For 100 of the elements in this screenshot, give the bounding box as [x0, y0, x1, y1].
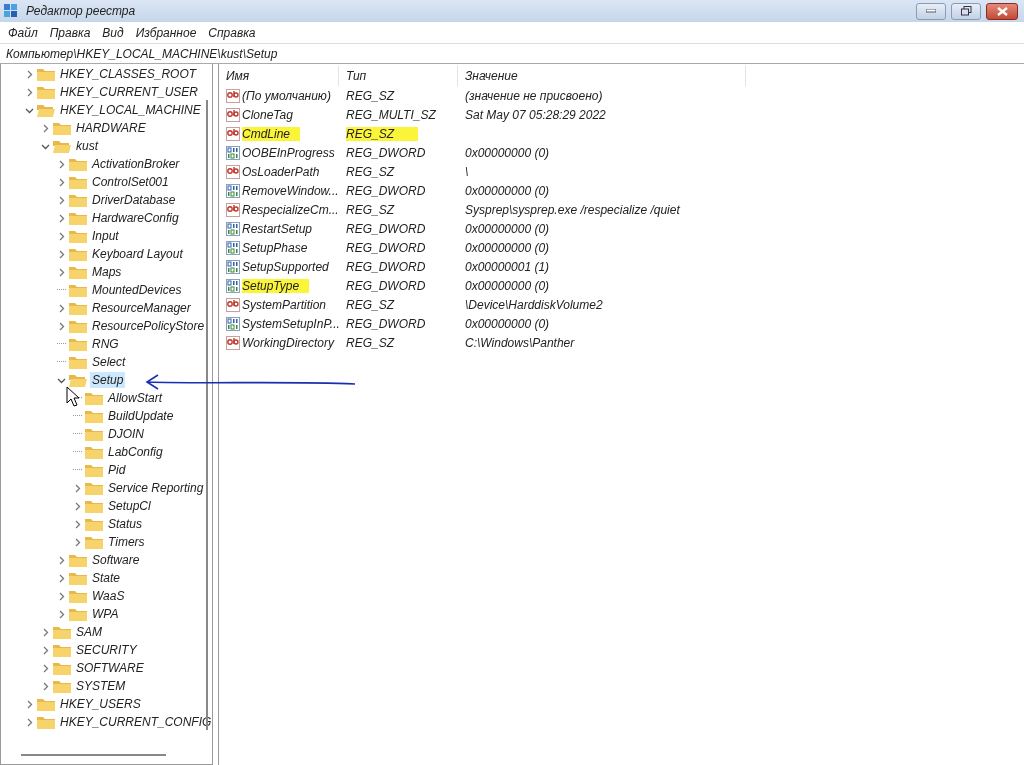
tree-item[interactable]: Select [90, 354, 128, 370]
address-field[interactable]: Компьютер\HKEY_LOCAL_MACHINE\kust\Setup [0, 44, 1024, 63]
value-name[interactable]: OOBEInProgress [242, 145, 335, 160]
folder-icon [69, 265, 87, 279]
string-value-icon [226, 335, 240, 350]
chevron-right-icon[interactable] [73, 519, 82, 529]
chevron-right-icon[interactable] [25, 699, 34, 709]
chevron-right-icon[interactable] [41, 627, 50, 637]
tree-item[interactable]: Timers [106, 534, 147, 550]
value-type: REG_DWORD [346, 183, 426, 198]
folder-icon [37, 697, 55, 711]
value-name[interactable]: (По умолчанию) [242, 88, 331, 103]
folder-icon [69, 229, 87, 243]
tree-item[interactable]: HardwareConfig [90, 210, 181, 226]
value-data: Sat May 07 05:28:29 2022 [465, 107, 606, 122]
menu-item[interactable]: Вид [96, 25, 130, 40]
chevron-right-icon[interactable] [57, 555, 66, 565]
tree-item[interactable]: DJOIN [106, 426, 146, 442]
value-name[interactable]: OsLoaderPath [242, 164, 320, 179]
chevron-right-icon[interactable] [25, 717, 34, 727]
tree-item[interactable]: SAM [74, 624, 104, 640]
tree-item[interactable]: HKEY_CURRENT_USER [58, 84, 201, 100]
tree-item[interactable]: SetupCl [106, 498, 153, 514]
chevron-right-icon[interactable] [57, 231, 66, 241]
tree-item[interactable]: Keyboard Layout [90, 246, 185, 262]
menu-item[interactable]: Справка [202, 25, 262, 40]
tree-item[interactable]: Service Reporting [106, 480, 206, 496]
chevron-right-icon[interactable] [41, 663, 50, 673]
chevron-right-icon[interactable] [57, 321, 66, 331]
tree-item[interactable]: SYSTEM [74, 678, 128, 694]
chevron-right-icon[interactable] [57, 159, 66, 169]
tree-item[interactable]: Maps [90, 264, 124, 280]
chevron-right-icon[interactable] [73, 483, 82, 493]
tree-item[interactable]: LabConfig [106, 444, 165, 460]
chevron-right-icon[interactable] [57, 609, 66, 619]
tree-item[interactable]: ControlSet001 [90, 174, 171, 190]
value-name[interactable]: RestartSetup [242, 221, 313, 236]
value-name[interactable]: RemoveWindow... [242, 183, 339, 198]
chevron-right-icon[interactable] [57, 591, 66, 601]
tree-item[interactable]: Input [90, 228, 121, 244]
column-header[interactable]: Тип [339, 66, 458, 86]
chevron-right-icon[interactable] [73, 537, 82, 547]
chevron-right-icon[interactable] [57, 177, 66, 187]
tree-item[interactable]: HKEY_LOCAL_MACHINE [58, 102, 203, 118]
value-name[interactable]: SystemSetupInP... [242, 316, 340, 331]
value-name[interactable]: SystemPartition [242, 297, 327, 312]
tree-item[interactable]: MountedDevices [90, 282, 184, 298]
tree-item[interactable]: kust [74, 138, 100, 154]
value-name[interactable]: RespecializeCm... [242, 202, 339, 217]
chevron-right-icon[interactable] [41, 123, 50, 133]
tree-item[interactable]: BuildUpdate [106, 408, 176, 424]
chevron-right-icon[interactable] [57, 573, 66, 583]
tree-item[interactable]: State [90, 570, 123, 586]
value-type: REG_DWORD [346, 278, 426, 293]
chevron-right-icon[interactable] [25, 69, 34, 79]
chevron-right-icon[interactable] [25, 87, 34, 97]
chevron-right-icon[interactable] [57, 213, 66, 223]
restore-button[interactable] [951, 2, 981, 20]
tree-item[interactable]: RNG [90, 336, 121, 352]
folder-icon [85, 445, 103, 459]
column-header[interactable]: Имя [219, 66, 339, 86]
value-name[interactable]: SetupPhase [242, 240, 308, 255]
value-name[interactable]: SetupType [242, 278, 310, 293]
menu-item[interactable]: Файл [2, 25, 44, 40]
chevron-right-icon[interactable] [57, 195, 66, 205]
chevron-right-icon[interactable] [41, 681, 50, 691]
tree-item[interactable]: HKEY_USERS [58, 696, 143, 712]
menu-item[interactable]: Правка [43, 25, 97, 40]
chevron-right-icon[interactable] [57, 303, 66, 313]
value-data: C:\Windows\Panther [465, 335, 575, 350]
folder-icon [69, 337, 87, 351]
menu-item[interactable]: Избранное [129, 25, 203, 40]
tree-item[interactable]: Setup [90, 372, 126, 388]
value-name[interactable]: CmdLine [242, 126, 301, 141]
column-header[interactable]: Значение [458, 66, 746, 86]
value-type: REG_MULTI_SZ [346, 107, 436, 122]
tree-item[interactable]: HKEY_CLASSES_ROOT [58, 66, 199, 82]
tree-item[interactable]: WPA [90, 606, 121, 622]
close-button[interactable] [986, 2, 1018, 20]
minimize-button[interactable] [916, 2, 946, 20]
tree-item[interactable]: ActivationBroker [90, 156, 182, 172]
chevron-right-icon[interactable] [57, 249, 66, 259]
tree-item[interactable]: SOFTWARE [74, 660, 146, 676]
tree-item[interactable]: Software [90, 552, 142, 568]
chevron-right-icon[interactable] [73, 501, 82, 511]
tree-item[interactable]: Status [106, 516, 145, 532]
tree-item[interactable]: WaaS [90, 588, 127, 604]
value-name[interactable]: SetupSupported [242, 259, 329, 274]
value-name[interactable]: CloneTag [242, 107, 293, 122]
value-name[interactable]: WorkingDirectory [242, 335, 334, 350]
tree-item[interactable]: ResourceManager [90, 300, 193, 316]
tree-item[interactable]: ResourcePolicyStore [90, 318, 207, 334]
tree-item[interactable]: HARDWARE [74, 120, 148, 136]
tree-item[interactable]: DriverDatabase [90, 192, 178, 208]
chevron-right-icon[interactable] [41, 645, 50, 655]
tree-item[interactable]: SECURITY [74, 642, 139, 658]
tree-item[interactable]: Pid [106, 462, 128, 478]
chevron-right-icon[interactable] [57, 267, 66, 277]
tree-item[interactable]: AllowStart [106, 390, 165, 406]
tree-item[interactable]: HKEY_CURRENT_CONFIG [58, 714, 212, 730]
